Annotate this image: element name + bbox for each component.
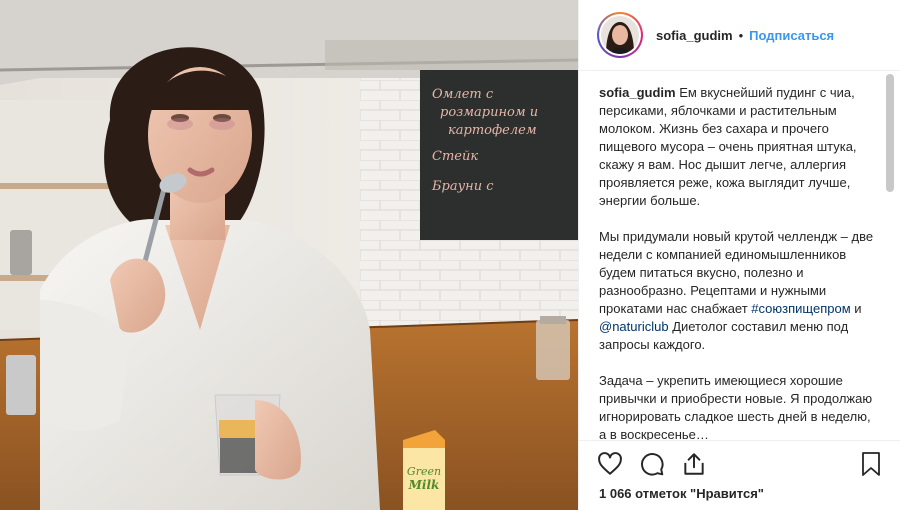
caption-paragraph-2: Мы придумали новый крутой челлендж – две…	[599, 228, 874, 354]
avatar-image	[601, 16, 639, 54]
board-line: Брауни с	[431, 179, 494, 194]
comments-area: sofia_gudim Ем вкуснейший пудинг с чиа, …	[579, 72, 900, 440]
milk-carton: Green Milk	[403, 430, 445, 510]
post-photo[interactable]: Омлет с розмарином и картофелем Стейк Бр…	[0, 0, 578, 510]
avatar[interactable]	[597, 12, 643, 58]
username-link[interactable]: sofia_gudim	[656, 28, 733, 43]
caption-and: и	[850, 301, 862, 316]
board-line: розмарином и	[440, 105, 538, 120]
comments-scrollbar[interactable]	[886, 72, 894, 440]
post-caption: sofia_gudim Ем вкуснейший пудинг с чиа, …	[599, 84, 874, 440]
photo-scene: Омлет с розмарином и картофелем Стейк Бр…	[0, 0, 578, 510]
carton-brand-bottom: Milk	[408, 478, 440, 492]
caption-paragraph-1: sofia_gudim Ем вкуснейший пудинг с чиа, …	[599, 84, 874, 210]
scrollbar-thumb[interactable]	[886, 74, 894, 192]
post-header: sofia_gudim • Подписаться	[579, 0, 900, 71]
mention-link[interactable]: @naturiclub	[599, 319, 669, 334]
follow-button[interactable]: Подписаться	[749, 28, 834, 43]
post-side-panel: sofia_gudim • Подписаться sofia_gudim Ем…	[578, 0, 900, 510]
board-line: Омлет с	[432, 87, 494, 102]
hashtag-link[interactable]: #союзпищепром	[751, 301, 850, 316]
likes-count[interactable]: 1 066 отметок "Нравится"	[599, 486, 764, 501]
heart-icon[interactable]	[597, 451, 623, 477]
caption-author-link[interactable]: sofia_gudim	[599, 85, 676, 100]
separator-dot: •	[738, 27, 744, 43]
board-line: Стейк	[432, 149, 478, 164]
carton-brand-top: Green	[407, 465, 441, 478]
comment-icon[interactable]	[639, 451, 665, 477]
chalkboard: Омлет с розмарином и картофелем Стейк Бр…	[420, 70, 578, 240]
post-actions: 1 066 отметок "Нравится"	[579, 440, 900, 510]
bookmark-icon[interactable]	[859, 451, 883, 477]
caption-text-1: Ем вкуснейший пудинг с чиа, персиками, я…	[599, 85, 857, 208]
board-line: картофелем	[448, 123, 537, 138]
caption-paragraph-3: Задача – укрепить имеющиеся хорошие прив…	[599, 373, 873, 440]
share-icon[interactable]	[681, 451, 707, 477]
